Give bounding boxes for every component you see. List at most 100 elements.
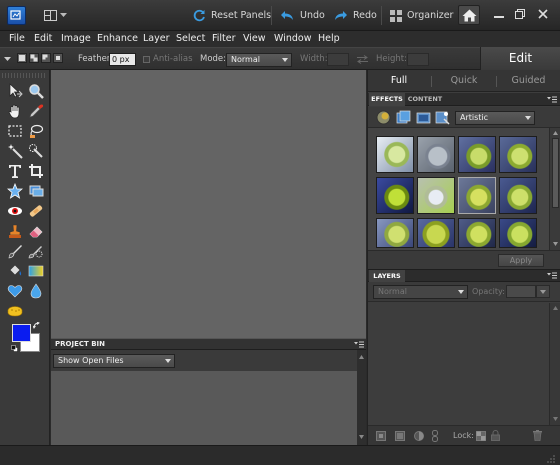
effects-scrollbar[interactable] bbox=[549, 128, 560, 250]
menu-layer[interactable]: Layer bbox=[143, 31, 170, 47]
layer-styles-icon[interactable] bbox=[396, 110, 411, 125]
project-bin-area[interactable] bbox=[51, 371, 357, 445]
new-selection-icon[interactable] bbox=[17, 53, 27, 63]
effects-category-dropdown[interactable]: Artistic bbox=[455, 111, 535, 125]
magic-wand-tool-icon[interactable] bbox=[6, 142, 24, 160]
red-eye-tool-icon[interactable] bbox=[6, 202, 24, 220]
opacity-input[interactable] bbox=[506, 285, 536, 298]
link-layers-icon[interactable] bbox=[431, 430, 439, 442]
feather-input[interactable]: 0 px bbox=[109, 53, 136, 66]
new-group-icon[interactable] bbox=[395, 431, 405, 441]
effect-thumbnail[interactable] bbox=[458, 177, 496, 214]
intersect-selection-icon[interactable] bbox=[53, 53, 63, 63]
swap-colors-icon[interactable] bbox=[33, 322, 41, 330]
minimize-icon[interactable] bbox=[494, 9, 504, 19]
effect-thumbnail[interactable] bbox=[417, 218, 455, 248]
effect-thumbnail[interactable] bbox=[376, 177, 414, 214]
menu-edit[interactable]: Edit bbox=[34, 31, 52, 47]
layers-list[interactable] bbox=[368, 303, 549, 425]
type-tool-icon[interactable] bbox=[6, 162, 24, 180]
paint-bucket-tool-icon[interactable] bbox=[6, 262, 24, 280]
apply-button[interactable]: Apply bbox=[498, 254, 544, 267]
close-icon[interactable] bbox=[538, 9, 548, 19]
clone-stamp-tool-icon[interactable] bbox=[6, 222, 24, 240]
menu-enhance[interactable]: Enhance bbox=[97, 31, 138, 47]
panel-menu-icon[interactable] bbox=[354, 341, 364, 348]
recompose-tool-icon[interactable] bbox=[27, 182, 45, 200]
scroll-down-icon[interactable] bbox=[359, 435, 364, 439]
cookie-cutter-tool-icon[interactable] bbox=[6, 182, 24, 200]
effect-thumbnail[interactable] bbox=[417, 177, 455, 214]
width-input[interactable] bbox=[327, 53, 349, 66]
panel-menu-icon[interactable] bbox=[547, 272, 557, 279]
restore-icon[interactable] bbox=[515, 9, 525, 19]
filters-icon[interactable] bbox=[376, 110, 391, 125]
swap-dimensions-icon[interactable] bbox=[356, 55, 369, 64]
gradient-tool-icon[interactable] bbox=[27, 262, 45, 280]
move-tool-icon[interactable] bbox=[6, 82, 24, 100]
redo-button[interactable]: Redo bbox=[333, 0, 377, 31]
effect-thumbnail[interactable] bbox=[417, 136, 455, 173]
workspace-layout-button[interactable] bbox=[44, 9, 70, 22]
scroll-thumb[interactable] bbox=[552, 138, 559, 208]
eraser-tool-icon[interactable] bbox=[27, 222, 45, 240]
delete-layer-icon[interactable] bbox=[533, 430, 542, 441]
tab-guided[interactable]: Guided bbox=[497, 70, 560, 92]
project-bin-scrollbar[interactable] bbox=[357, 350, 366, 445]
effect-thumbnail[interactable] bbox=[376, 136, 414, 173]
effect-thumbnail[interactable] bbox=[499, 136, 537, 173]
opacity-slider-button[interactable] bbox=[536, 285, 550, 298]
height-input[interactable] bbox=[407, 53, 429, 66]
canvas-area[interactable] bbox=[51, 70, 366, 338]
default-colors-icon[interactable] bbox=[11, 345, 18, 352]
photo-effects-icon[interactable] bbox=[416, 110, 431, 125]
reset-panels-button[interactable]: Reset Panels bbox=[193, 0, 271, 31]
home-button[interactable] bbox=[458, 5, 480, 25]
layers-scrollbar[interactable] bbox=[549, 303, 560, 425]
menu-select[interactable]: Select bbox=[176, 31, 205, 47]
antialias-checkbox[interactable] bbox=[143, 56, 150, 63]
show-open-files-dropdown[interactable]: Show Open Files bbox=[53, 354, 175, 368]
show-all-icon[interactable] bbox=[435, 110, 450, 125]
tool-preset-chevron-icon[interactable] bbox=[4, 57, 11, 62]
new-layer-icon[interactable] bbox=[376, 431, 386, 441]
tab-effects[interactable]: EFFECTS bbox=[369, 93, 405, 106]
adjustment-layer-icon[interactable] bbox=[414, 431, 425, 441]
scroll-down-icon[interactable] bbox=[553, 417, 558, 421]
menu-help[interactable]: Help bbox=[318, 31, 340, 47]
mode-dropdown[interactable]: Normal bbox=[226, 53, 292, 67]
tab-layers[interactable]: LAYERS bbox=[369, 270, 405, 282]
eyedropper-tool-icon[interactable] bbox=[27, 102, 45, 120]
effect-thumbnail[interactable] bbox=[499, 218, 537, 248]
add-selection-icon[interactable] bbox=[29, 53, 39, 63]
zoom-tool-icon[interactable] bbox=[27, 82, 45, 100]
marquee-tool-icon[interactable] bbox=[6, 122, 24, 140]
menu-image[interactable]: Image bbox=[61, 31, 91, 47]
custom-shape-tool-icon[interactable] bbox=[6, 282, 24, 300]
panel-menu-icon[interactable] bbox=[547, 96, 557, 103]
resize-grip-icon[interactable] bbox=[546, 454, 556, 464]
effect-thumbnail[interactable] bbox=[499, 177, 537, 214]
scroll-up-icon[interactable] bbox=[359, 355, 364, 359]
tab-quick[interactable]: Quick bbox=[432, 70, 496, 92]
tab-content[interactable]: CONTENT bbox=[406, 93, 444, 106]
brush-tool-icon[interactable] bbox=[6, 242, 24, 260]
menu-file[interactable]: File bbox=[9, 31, 25, 47]
lasso-tool-icon[interactable] bbox=[27, 122, 45, 140]
scroll-up-icon[interactable] bbox=[553, 131, 558, 135]
menu-view[interactable]: View bbox=[243, 31, 266, 47]
app-logo-icon[interactable] bbox=[7, 6, 26, 25]
menu-filter[interactable]: Filter bbox=[212, 31, 236, 47]
scroll-up-icon[interactable] bbox=[553, 306, 558, 310]
blend-mode-dropdown[interactable]: Normal bbox=[373, 285, 468, 299]
quick-selection-tool-icon[interactable] bbox=[27, 142, 45, 160]
effect-thumbnail[interactable] bbox=[376, 218, 414, 248]
healing-brush-tool-icon[interactable] bbox=[27, 202, 45, 220]
edit-mode-button[interactable]: Edit bbox=[480, 47, 560, 70]
sponge-tool-icon[interactable] bbox=[6, 302, 24, 320]
foreground-color-swatch[interactable] bbox=[12, 324, 31, 342]
effect-thumbnail[interactable] bbox=[458, 218, 496, 248]
smart-brush-tool-icon[interactable] bbox=[27, 242, 45, 260]
hand-tool-icon[interactable] bbox=[6, 102, 24, 120]
effect-thumbnail[interactable] bbox=[458, 136, 496, 173]
